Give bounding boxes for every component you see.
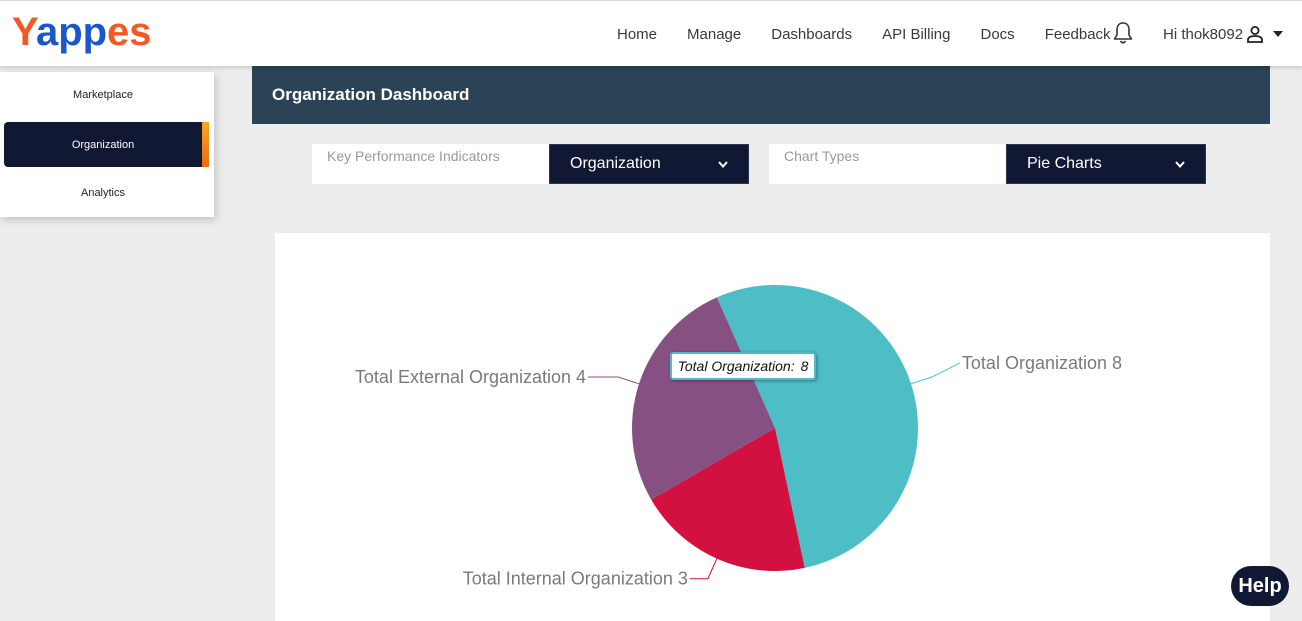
user-menu[interactable]: Hi thok8092 bbox=[1163, 1, 1284, 67]
tooltip-value: 8 bbox=[800, 358, 809, 374]
nav-home[interactable]: Home bbox=[617, 26, 657, 43]
sidebar-item-label: Marketplace bbox=[73, 88, 133, 101]
page-header: Organization Dashboard bbox=[252, 66, 1270, 124]
sidebar-item-marketplace[interactable]: Marketplace bbox=[4, 72, 202, 117]
tooltip-label: Total Organization: bbox=[677, 358, 795, 374]
svg-text:app: app bbox=[36, 10, 107, 54]
pie-label: Total Organization 8 bbox=[962, 353, 1122, 373]
chart-type-select-value: Pie Charts bbox=[1027, 155, 1102, 172]
kpi-select[interactable]: Organization bbox=[549, 144, 749, 184]
svg-text:Y: Y bbox=[12, 10, 39, 54]
bell-icon[interactable] bbox=[1112, 21, 1134, 45]
chart-card: Total Organization 8 Total Internal Organ… bbox=[275, 233, 1270, 621]
sidebar-item-organization[interactable]: Organization bbox=[4, 122, 202, 167]
pie-label: Total External Organization 4 bbox=[355, 367, 586, 387]
kpi-filter-label: Key Performance Indicators bbox=[312, 144, 550, 184]
yappes-logo[interactable]: Y app es bbox=[12, 7, 164, 57]
kpi-select-value: Organization bbox=[570, 155, 661, 172]
chevron-down-icon bbox=[1273, 31, 1284, 37]
svg-text:es: es bbox=[107, 10, 152, 54]
chart-type-select[interactable]: Pie Charts bbox=[1006, 144, 1206, 184]
user-icon bbox=[1247, 26, 1263, 43]
page-title: Organization Dashboard bbox=[272, 85, 470, 104]
sidebar-item-label: Analytics bbox=[80, 186, 126, 199]
sidebar: Marketplace Organization Analytics bbox=[0, 72, 214, 217]
user-greeting: Hi thok8092 bbox=[1163, 25, 1244, 43]
pie-label-line bbox=[588, 376, 640, 385]
pie-chart: Total Organization 8 Total Internal Organ… bbox=[355, 285, 1122, 589]
pie-label: Total Internal Organization 3 bbox=[463, 569, 688, 589]
pie-label-line bbox=[910, 362, 961, 385]
main-nav: Home Manage Dashboards API Billing Docs … bbox=[602, 1, 1126, 67]
help-button[interactable]: Help bbox=[1231, 566, 1289, 606]
sidebar-item-analytics[interactable]: Analytics bbox=[4, 170, 202, 215]
nav-dashboards[interactable]: Dashboards bbox=[771, 26, 852, 43]
nav-api-billing[interactable]: API Billing bbox=[882, 26, 950, 43]
chart-type-filter-label: Chart Types bbox=[769, 144, 1007, 184]
chevron-down-icon bbox=[1175, 160, 1185, 168]
chevron-down-icon bbox=[718, 160, 728, 168]
pie-label-line bbox=[689, 558, 718, 580]
top-navbar: Y app es Home Manage Dashboards API Bill… bbox=[0, 0, 1302, 66]
nav-manage[interactable]: Manage bbox=[687, 26, 741, 43]
sidebar-item-label: Organization bbox=[71, 138, 135, 151]
active-indicator bbox=[202, 122, 209, 167]
nav-feedback[interactable]: Feedback bbox=[1045, 26, 1111, 43]
nav-docs[interactable]: Docs bbox=[981, 26, 1015, 43]
chart-tooltip: Total Organization: 8 bbox=[670, 352, 816, 380]
